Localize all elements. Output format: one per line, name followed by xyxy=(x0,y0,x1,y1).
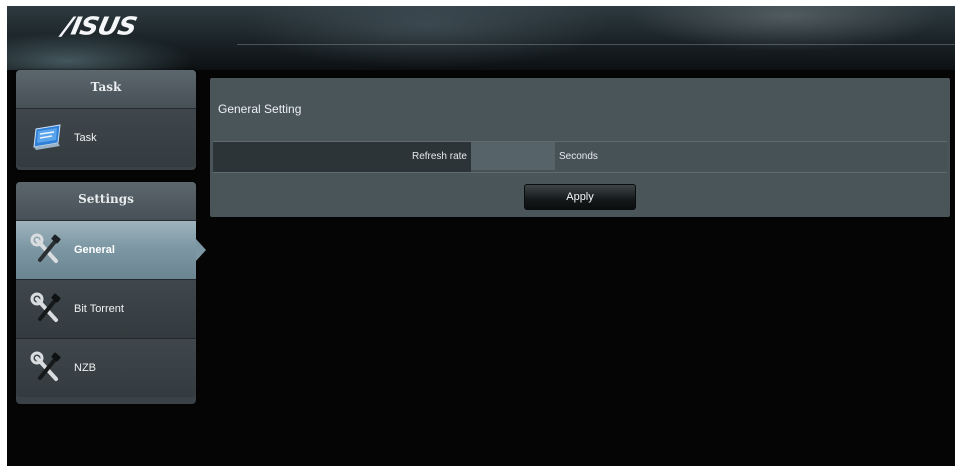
refresh-rate-unit: Seconds xyxy=(559,151,598,162)
asus-logo: /ISUS xyxy=(59,12,139,42)
sidebar-item-task[interactable]: Task xyxy=(16,109,196,167)
sidebar-item-label: General xyxy=(74,244,115,256)
apply-button[interactable]: Apply xyxy=(524,184,636,210)
sidebar-item-label: Bit Torrent xyxy=(74,303,124,315)
header-divider xyxy=(237,44,955,45)
refresh-rate-label: Refresh rate xyxy=(411,151,467,162)
task-monitor-icon xyxy=(30,121,64,155)
sidebar-item-label: NZB xyxy=(74,362,96,374)
sidebar-item-bit-torrent[interactable]: Bit Torrent xyxy=(16,280,196,339)
settings-panel-title: Settings xyxy=(16,182,196,221)
app-window: /ISUS Task Task Settings General Bit Tor… xyxy=(7,6,955,466)
refresh-rate-input[interactable] xyxy=(471,142,555,170)
section-title: General Setting xyxy=(218,102,302,116)
settings-panel: Settings General Bit Torrent NZB xyxy=(16,182,206,404)
wrench-screwdriver-icon xyxy=(30,233,64,267)
sidebar-item-nzb[interactable]: NZB xyxy=(16,339,196,397)
wrench-screwdriver-icon xyxy=(30,351,64,385)
refresh-rate-value-cell: Seconds xyxy=(471,142,947,172)
refresh-rate-row: Refresh rate Seconds xyxy=(213,141,947,173)
general-setting-panel: General Setting Refresh rate Seconds App… xyxy=(210,78,950,217)
sidebar-item-label: Task xyxy=(74,132,97,144)
task-panel: Task Task xyxy=(16,70,196,170)
header-banner: /ISUS xyxy=(7,6,955,70)
wrench-screwdriver-icon xyxy=(30,292,64,326)
task-panel-title: Task xyxy=(16,70,196,109)
sidebar-item-general[interactable]: General xyxy=(16,221,206,280)
